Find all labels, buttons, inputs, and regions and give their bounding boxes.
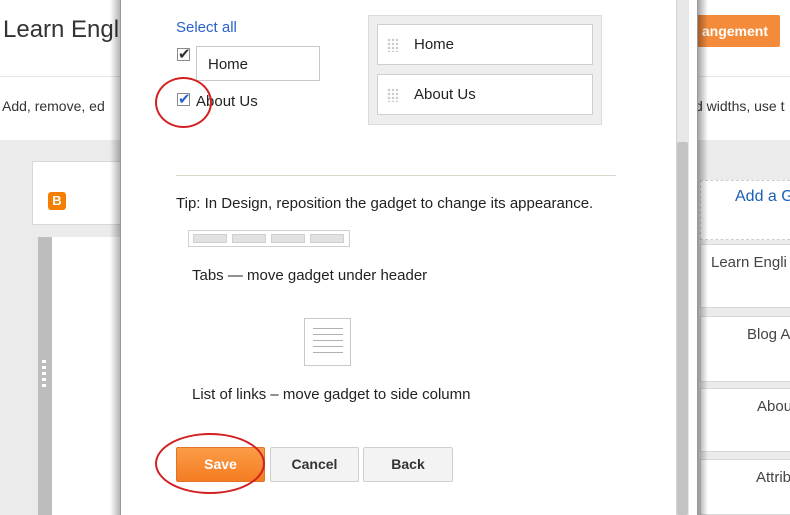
gadget-attribution[interactable]: Attrib (700, 459, 790, 515)
section-divider (176, 175, 616, 176)
gadget-learn-english[interactable]: Learn Engli (700, 244, 790, 308)
checkbox-highlight-circle (155, 77, 212, 128)
tab-segment (193, 234, 227, 243)
dialog-shadow-right (698, 0, 708, 515)
back-button[interactable]: Back (363, 447, 453, 482)
add-gadget-link[interactable]: Add a G (700, 180, 790, 240)
list-line (313, 340, 343, 341)
order-item-about-us[interactable]: About Us (377, 74, 593, 115)
gadget-blog-archive[interactable]: Blog A (700, 316, 790, 382)
drag-handle-icon[interactable] (387, 88, 399, 102)
check-icon: ✔ (178, 46, 191, 63)
page-title: Learn Engl (3, 16, 120, 43)
order-item-label: Home (414, 36, 455, 53)
list-line (313, 328, 343, 329)
select-all-link[interactable]: Select all (176, 19, 237, 36)
list-caption: List of links – move gadget to side colu… (192, 386, 471, 403)
design-tip: Tip: In Design, reposition the gadget to… (176, 195, 594, 212)
dialog-scroll-thumb[interactable] (677, 142, 688, 515)
cancel-button[interactable]: Cancel (270, 447, 359, 482)
drag-handle-icon[interactable] (387, 38, 399, 52)
tabs-caption: Tabs — move gadget under header (192, 267, 428, 284)
column-resize-handle[interactable] (42, 360, 46, 390)
tab-segment (310, 234, 344, 243)
list-line (313, 352, 343, 353)
main-column (38, 237, 120, 515)
layout-description-right: d widths, use t (695, 98, 785, 114)
gadget-about[interactable]: Abou (700, 388, 790, 452)
tab-segment (271, 234, 305, 243)
tab-segment (232, 234, 266, 243)
layout-description-left: Add, remove, ed (2, 98, 105, 114)
tabs-layout-icon (188, 230, 350, 247)
home-page-title-field[interactable]: Home (196, 46, 320, 81)
order-item-home[interactable]: Home (377, 24, 593, 65)
list-line (313, 346, 343, 347)
order-item-label: About Us (414, 86, 476, 103)
save-highlight-circle (155, 433, 265, 494)
home-checkbox[interactable]: ✔ (177, 46, 191, 63)
list-line (313, 334, 343, 335)
list-layout-icon (304, 318, 351, 366)
navbar-gadget[interactable] (32, 161, 122, 225)
blogger-icon: B (48, 192, 66, 210)
